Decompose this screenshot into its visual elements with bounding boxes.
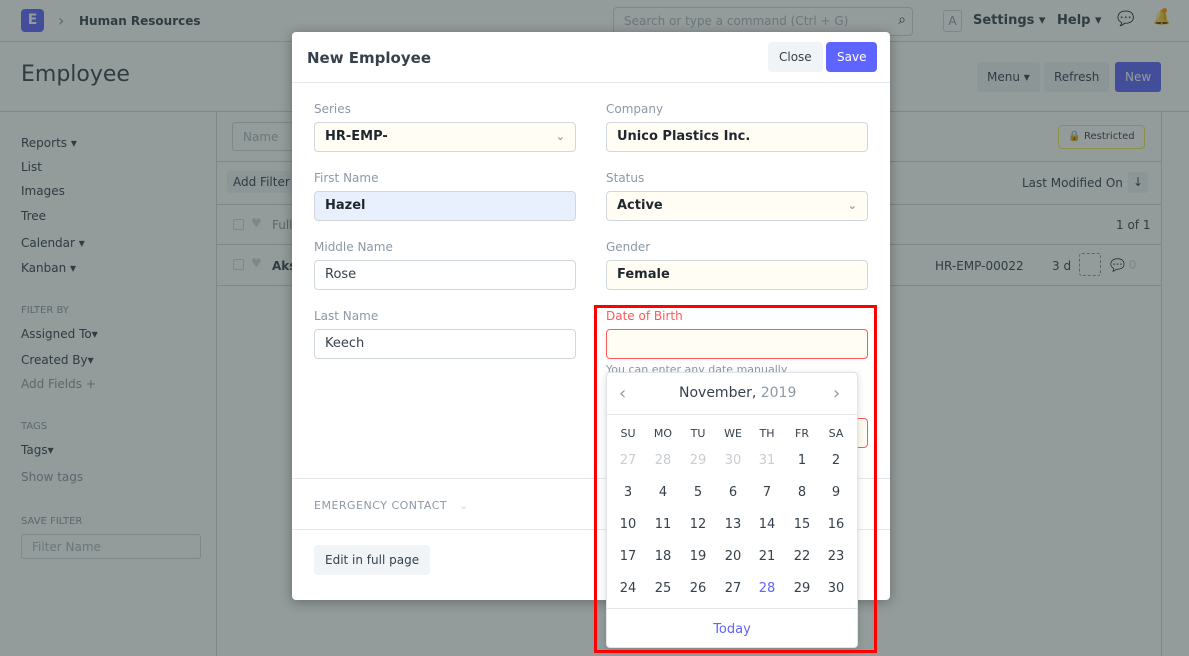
save-button[interactable]: Save <box>826 42 878 72</box>
divider <box>292 82 890 83</box>
gender-label: Gender <box>606 240 651 254</box>
first-name-label: First Name <box>314 171 379 185</box>
dialog-title: New Employee <box>307 49 431 67</box>
annotation-highlight-box <box>594 305 877 653</box>
first-name-field[interactable]: Hazel <box>314 191 576 221</box>
chevron-down-icon: ⌄ <box>847 199 857 212</box>
close-button[interactable]: Close <box>768 42 823 72</box>
company-field[interactable]: Unico Plastics Inc. <box>606 122 868 152</box>
series-label: Series <box>314 102 351 116</box>
edit-full-page-button[interactable]: Edit in full page <box>314 545 431 575</box>
emergency-contact-section[interactable]: EMERGENCY CONTACT ⌄ <box>314 499 469 512</box>
company-label: Company <box>606 102 664 116</box>
series-select[interactable]: HR-EMP- ⌄ <box>314 122 576 152</box>
status-select[interactable]: Active ⌄ <box>606 191 868 221</box>
middle-name-label: Middle Name <box>314 240 393 254</box>
chevron-down-icon: ⌄ <box>555 130 565 143</box>
last-name-field[interactable]: Keech <box>314 329 576 359</box>
status-label: Status <box>606 171 645 185</box>
middle-name-field[interactable]: Rose <box>314 260 576 290</box>
last-name-label: Last Name <box>314 309 379 323</box>
gender-field[interactable]: Female <box>606 260 868 290</box>
chevron-down-icon: ⌄ <box>459 499 469 512</box>
